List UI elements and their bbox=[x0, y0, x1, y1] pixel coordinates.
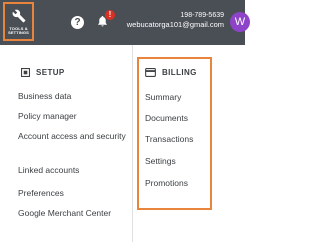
tools-label-line2: SETTINGS bbox=[8, 30, 29, 36]
top-bar: TOOLS & SETTINGS ? ! 198-789-5639 webuca… bbox=[0, 0, 250, 45]
help-icon[interactable]: ? bbox=[71, 16, 84, 29]
setup-item-business-data[interactable]: Business data bbox=[18, 91, 71, 101]
tools-and-settings-button[interactable]: TOOLS & SETTINGS bbox=[3, 2, 34, 41]
setup-icon bbox=[21, 68, 30, 77]
tools-label: TOOLS & SETTINGS bbox=[8, 26, 29, 36]
billing-highlight-box bbox=[137, 57, 212, 210]
setup-item-linked-accounts[interactable]: Linked accounts bbox=[18, 165, 79, 175]
wrench-icon bbox=[12, 9, 25, 23]
column-divider bbox=[132, 45, 133, 242]
account-email: webucatorga101@gmail.com bbox=[126, 20, 224, 29]
setup-item-account-access[interactable]: Account access and security bbox=[18, 131, 128, 141]
avatar[interactable]: W bbox=[230, 12, 250, 32]
setup-title: SETUP bbox=[36, 68, 65, 77]
notification-badge: ! bbox=[105, 10, 115, 20]
account-id: 198-789-5639 bbox=[180, 12, 224, 19]
setup-heading: SETUP bbox=[21, 68, 65, 77]
setup-item-preferences[interactable]: Preferences bbox=[18, 188, 64, 198]
setup-item-policy-manager[interactable]: Policy manager bbox=[18, 111, 77, 121]
account-info[interactable]: 198-789-5639 webucatorga101@gmail.com bbox=[124, 12, 224, 29]
setup-item-merchant-center[interactable]: Google Merchant Center bbox=[18, 208, 123, 218]
